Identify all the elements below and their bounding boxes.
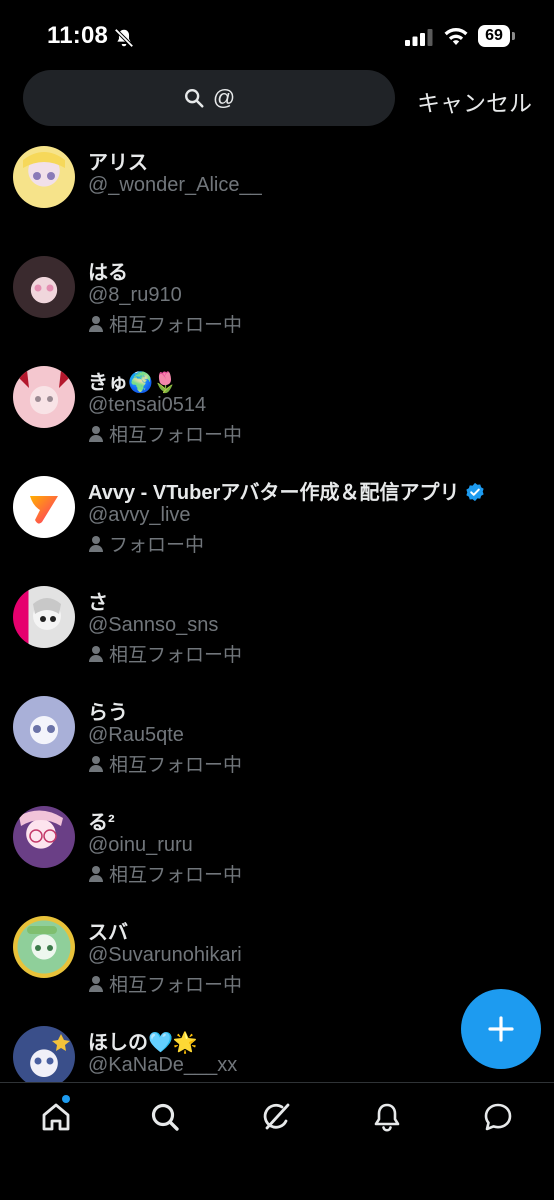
user-handle: @tensai0514 [88,394,207,416]
search-input[interactable]: @ [23,70,395,126]
user-name: スバ [88,922,128,944]
follow-status-label: 相互フォロー中 [109,755,243,776]
wifi-icon [444,28,468,45]
user-results-list: アリス @_wonder_Alice__ はる @8_ru910 相互フォロー中… [0,140,554,1082]
user-name: る² [88,812,115,834]
list-item[interactable]: きゅ🌍🌷 @tensai0514 相互フォロー中 [0,360,554,470]
tab-grok[interactable] [259,1100,293,1134]
messages-icon [484,1103,512,1131]
battery-level: 69 [478,25,510,47]
follow-status-label: 相互フォロー中 [109,645,243,666]
list-item[interactable]: らう @Rau5qte 相互フォロー中 [0,690,554,800]
tab-messages[interactable] [481,1100,515,1134]
clock: 11:08 [47,22,109,49]
user-name: さ [88,592,108,614]
list-item[interactable]: る² @oinu_ruru 相互フォロー中 [0,800,554,910]
user-name: きゅ🌍🌷 [88,372,178,394]
avatar[interactable] [13,806,75,868]
avatar[interactable] [13,586,75,648]
list-item[interactable]: Avvy - VTuberアバター作成＆配信アプリ @avvy_live フォロ… [0,470,554,580]
person-icon [89,535,103,552]
list-item[interactable]: はる @8_ru910 相互フォロー中 [0,250,554,360]
person-icon [89,425,103,442]
user-handle: @Suvarunohikari [88,944,242,966]
avatar[interactable] [13,1026,75,1082]
grok-icon [263,1103,290,1130]
follow-status-label: フォロー中 [109,535,205,556]
home-notification-dot [62,1095,70,1103]
user-name: はる [88,262,128,284]
battery-indicator: 69 [478,25,516,47]
status-bar: 11:08 69 [0,0,554,66]
user-handle: @_wonder_Alice__ [88,174,262,196]
follow-status: 相互フォロー中 [88,970,242,997]
follow-status-label: 相互フォロー中 [109,865,243,886]
person-icon [89,865,103,882]
tab-search[interactable] [148,1100,182,1134]
person-icon [89,755,103,772]
follow-status: 相互フォロー中 [88,860,242,887]
bottom-tab-bar [0,1082,554,1200]
avatar[interactable] [13,366,75,428]
user-handle: @Rau5qte [88,724,184,746]
tab-home[interactable] [39,1100,73,1134]
battery-tip [512,32,515,40]
user-name: アリス [88,152,148,174]
list-item[interactable]: さ @Sannso_sns 相互フォロー中 [0,580,554,690]
compose-button[interactable] [461,989,541,1069]
cancel-button[interactable]: キャンセル [417,84,532,118]
avatar[interactable] [13,146,75,208]
avatar[interactable] [13,256,75,318]
follow-status: 相互フォロー中 [88,750,242,777]
person-icon [89,645,103,662]
search-query: @ [212,85,236,110]
avatar[interactable] [13,476,75,538]
user-handle: @8_ru910 [88,284,182,306]
cellular-signal-icon [405,29,433,46]
plus-icon [488,1016,514,1042]
follow-status: フォロー中 [88,530,204,557]
search-icon [151,1103,179,1131]
follow-status-label: 相互フォロー中 [109,975,243,996]
user-name-text: Avvy - VTuberアバター作成＆配信アプリ [88,482,460,504]
list-item[interactable]: アリス @_wonder_Alice__ [0,140,554,250]
follow-status-label: 相互フォロー中 [109,425,243,446]
user-handle: @KaNaDe___xx [88,1054,238,1076]
person-icon [89,975,103,992]
follow-status: 相互フォロー中 [88,640,242,667]
search-icon [184,89,204,108]
follow-status-label: 相互フォロー中 [109,315,243,336]
home-icon [42,1103,70,1131]
bell-icon [374,1103,400,1132]
verified-badge-icon [466,482,485,502]
person-icon [89,315,103,332]
avatar[interactable] [13,916,75,978]
user-handle: @Sannso_sns [88,614,219,636]
user-name: ほしの🩵🌟 [88,1032,198,1054]
user-handle: @avvy_live [88,504,191,526]
user-name: Avvy - VTuberアバター作成＆配信アプリ [88,476,485,505]
user-name: らう [88,702,128,724]
follow-status: 相互フォロー中 [88,310,242,337]
bell-slash-icon [114,28,134,48]
tab-notifications[interactable] [370,1100,404,1134]
follow-status: 相互フォロー中 [88,420,242,447]
user-handle: @oinu_ruru [88,834,193,856]
avatar[interactable] [13,696,75,758]
